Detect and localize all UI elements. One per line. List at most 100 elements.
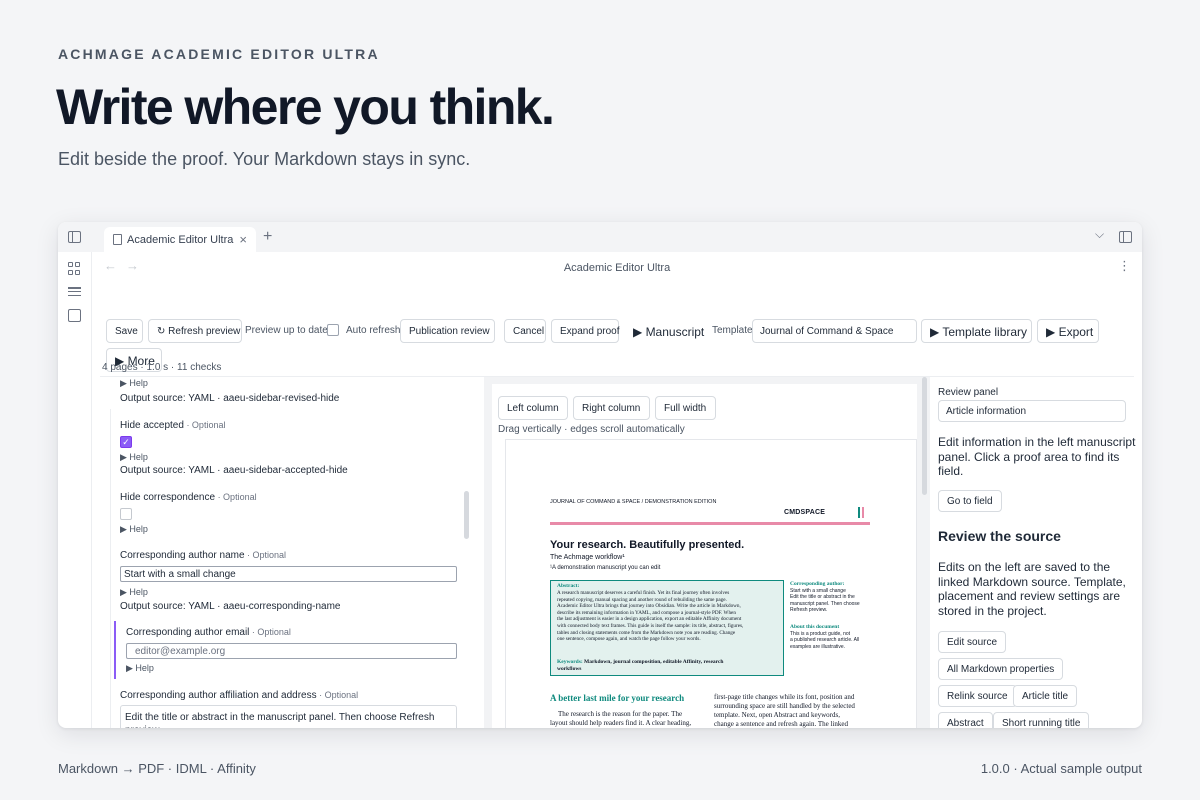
refresh-preview-button[interactable]: ↻ Refresh preview: [148, 319, 242, 343]
help-toggle[interactable]: ▶ Help: [126, 663, 154, 674]
drag-hint: Drag vertically · edges scroll automatic…: [498, 424, 685, 435]
status-bar: 4 pages · 1.0 s · 11 checks: [102, 362, 222, 373]
expand-proof-button[interactable]: Expand proof: [551, 319, 620, 343]
hero-eyebrow: ACHMAGE ACADEMIC EDITOR ULTRA: [58, 46, 380, 62]
auto-refresh-checkbox[interactable]: [327, 324, 339, 336]
review-panel-label: Review panel: [938, 387, 999, 398]
publication-review-button[interactable]: Publication review: [400, 319, 495, 343]
nav-bar: ← → Academic Editor Ultra ⋮: [92, 252, 1142, 282]
proof-page[interactable]: JOURNAL OF COMMAND & SPACE / DEMONSTRATI…: [506, 440, 916, 728]
hero-title: Write where you think.: [56, 79, 555, 135]
relink-source-button[interactable]: Relink source: [938, 685, 1017, 707]
manuscript-panel: ▶ Help Output source: YAML · aaeu-sideba…: [106, 377, 470, 728]
chevron-down-icon[interactable]: ⌵: [1095, 227, 1104, 242]
review-panel-select[interactable]: Article information: [938, 400, 1126, 422]
save-button[interactable]: Save: [106, 319, 143, 343]
abstract-line: Academic Editor Ultra brings that journe…: [557, 603, 741, 610]
hero-subtitle: Edit beside the proof. Your Markdown sta…: [58, 149, 471, 169]
body-text-left: layout should help readers find it. A cl…: [550, 719, 692, 727]
left-column-button[interactable]: Left column: [498, 396, 568, 420]
template-select[interactable]: Journal of Command & Space: [752, 319, 917, 343]
manuscript-toggle[interactable]: ▶ Manuscript: [624, 319, 706, 343]
corresponding-email-input[interactable]: editor@example.org: [126, 643, 457, 659]
body-text-right: change a sentence and refresh again. The…: [714, 720, 848, 728]
hide-accepted-checkbox[interactable]: ✓: [120, 436, 132, 448]
output-source: Output source: YAML · aaeu-corresponding…: [120, 601, 341, 612]
full-width-button[interactable]: Full width: [655, 396, 716, 420]
corresponding-affiliation-textarea[interactable]: Edit the title or abstract in the manusc…: [120, 705, 457, 728]
review-text: Edits on the left are saved to the linke…: [938, 560, 1126, 618]
body-text-right: surrounding space are still handled by t…: [714, 702, 855, 710]
footer-version: 1.0.0 · Actual sample output: [980, 761, 1142, 776]
new-tab-icon[interactable]: +: [263, 228, 272, 246]
hide-correspondence-checkbox[interactable]: [120, 508, 132, 520]
running-head: JOURNAL OF COMMAND & SPACE / DEMONSTRATI…: [550, 499, 717, 505]
abstract-label: Abstract:: [557, 583, 580, 589]
view-title: Academic Editor Ultra: [563, 262, 671, 274]
review-heading: Review the source: [938, 528, 1061, 544]
body-text-right: first-page title changes while its font,…: [714, 693, 855, 701]
help-toggle[interactable]: ▶ Help: [120, 524, 148, 535]
ribbon: [58, 252, 92, 728]
proof-area: Left column Right column Full width Drag…: [484, 377, 930, 728]
right-sidebar-toggle-icon[interactable]: [1119, 231, 1132, 243]
all-markdown-properties-button[interactable]: All Markdown properties: [938, 658, 1064, 680]
body-text-right: template. Next, open Abstract and keywor…: [714, 711, 840, 719]
go-to-field-button[interactable]: Go to field: [938, 490, 1002, 512]
preview-status: Preview up to date: [245, 325, 328, 336]
proof-card: Left column Right column Full width Drag…: [492, 384, 917, 728]
abstract-line: repeated copying, manual spacing and ano…: [557, 596, 727, 603]
keywords-line: workflows: [557, 666, 582, 672]
tab-bar: Academic Editor Ultra × + ⌵: [58, 222, 1142, 252]
article-footnote: ¹A demonstration manuscript you can edit: [550, 565, 661, 571]
tab-label: Academic Editor Ultra: [127, 234, 234, 246]
article-title-button[interactable]: Article title: [1013, 685, 1078, 707]
field-label: Hide correspondence · Optional: [120, 492, 257, 503]
help-toggle[interactable]: ▶ Help: [120, 452, 148, 463]
field-label: Corresponding author email · Optional: [126, 627, 291, 638]
abstract-text: A research manuscript deserves a careful…: [557, 590, 781, 643]
sidebar-corresponding-text: Start with a small change Edit the title …: [790, 588, 860, 614]
edit-document-icon[interactable]: [68, 309, 81, 322]
right-column-button[interactable]: Right column: [573, 396, 650, 420]
list-icon[interactable]: [68, 285, 81, 298]
focus-indicator: [114, 621, 116, 679]
sidebar-corresponding-label: Corresponding author:: [790, 581, 845, 587]
help-toggle[interactable]: ▶ Help: [120, 378, 148, 389]
sidebar-about-text: This is a product guide, not a published …: [790, 631, 859, 650]
sidebar-line: Refresh preview.: [790, 607, 828, 614]
help-toggle[interactable]: ▶ Help: [120, 587, 148, 598]
scrollbar[interactable]: [464, 491, 469, 539]
tab-academic-editor[interactable]: Academic Editor Ultra ×: [104, 227, 256, 252]
logo-stripes: [858, 507, 864, 518]
review-panel: Review panel Article information Edit in…: [930, 377, 1142, 728]
more-options-icon[interactable]: ⋮: [1118, 258, 1131, 274]
review-description: Edit information in the left manuscript …: [938, 435, 1136, 478]
export-button[interactable]: ▶ Export: [1037, 319, 1099, 343]
cancel-button[interactable]: Cancel: [504, 319, 546, 343]
main-content: ← → Academic Editor Ultra ⋮ Save ↻ Refre…: [92, 252, 1142, 728]
corresponding-name-input[interactable]: Start with a small change: [120, 566, 457, 582]
template-label: Template: [712, 325, 753, 336]
short-running-title-button[interactable]: Short running title: [993, 712, 1090, 728]
footer-formats: Markdown → PDF · IDML · Affinity: [58, 761, 256, 776]
edit-source-button[interactable]: Edit source: [938, 631, 1007, 653]
close-tab-icon[interactable]: ×: [239, 232, 247, 247]
field-label: Corresponding author affiliation and add…: [120, 690, 359, 701]
template-library-button[interactable]: ▶ Template library: [921, 319, 1032, 343]
keywords-line: Keywords: Markdown, journal composition,…: [557, 659, 724, 665]
abstract-button[interactable]: Abstract: [938, 712, 993, 728]
logo-text: CMDSPACE: [784, 509, 826, 516]
dashboard-grid-icon[interactable]: [68, 262, 81, 275]
article-heading: Your research. Beautifully presented.: [550, 539, 745, 551]
sidebar-line: Edit the title or abstract in the: [790, 594, 855, 601]
abstract-line: with connected body text frames. This gu…: [557, 622, 744, 629]
section-heading: A better last mile for your research: [550, 693, 685, 703]
document-edit-icon: [113, 234, 122, 245]
field-label: Hide accepted · Optional: [120, 420, 226, 431]
field-label: Corresponding author name · Optional: [120, 550, 287, 561]
body-text-left: The research is the reason for the paper…: [558, 710, 683, 718]
sidebar-line: a published research article. All: [790, 637, 860, 644]
sidebar-toggle-icon[interactable]: [68, 231, 81, 243]
scrollbar[interactable]: [922, 377, 927, 495]
